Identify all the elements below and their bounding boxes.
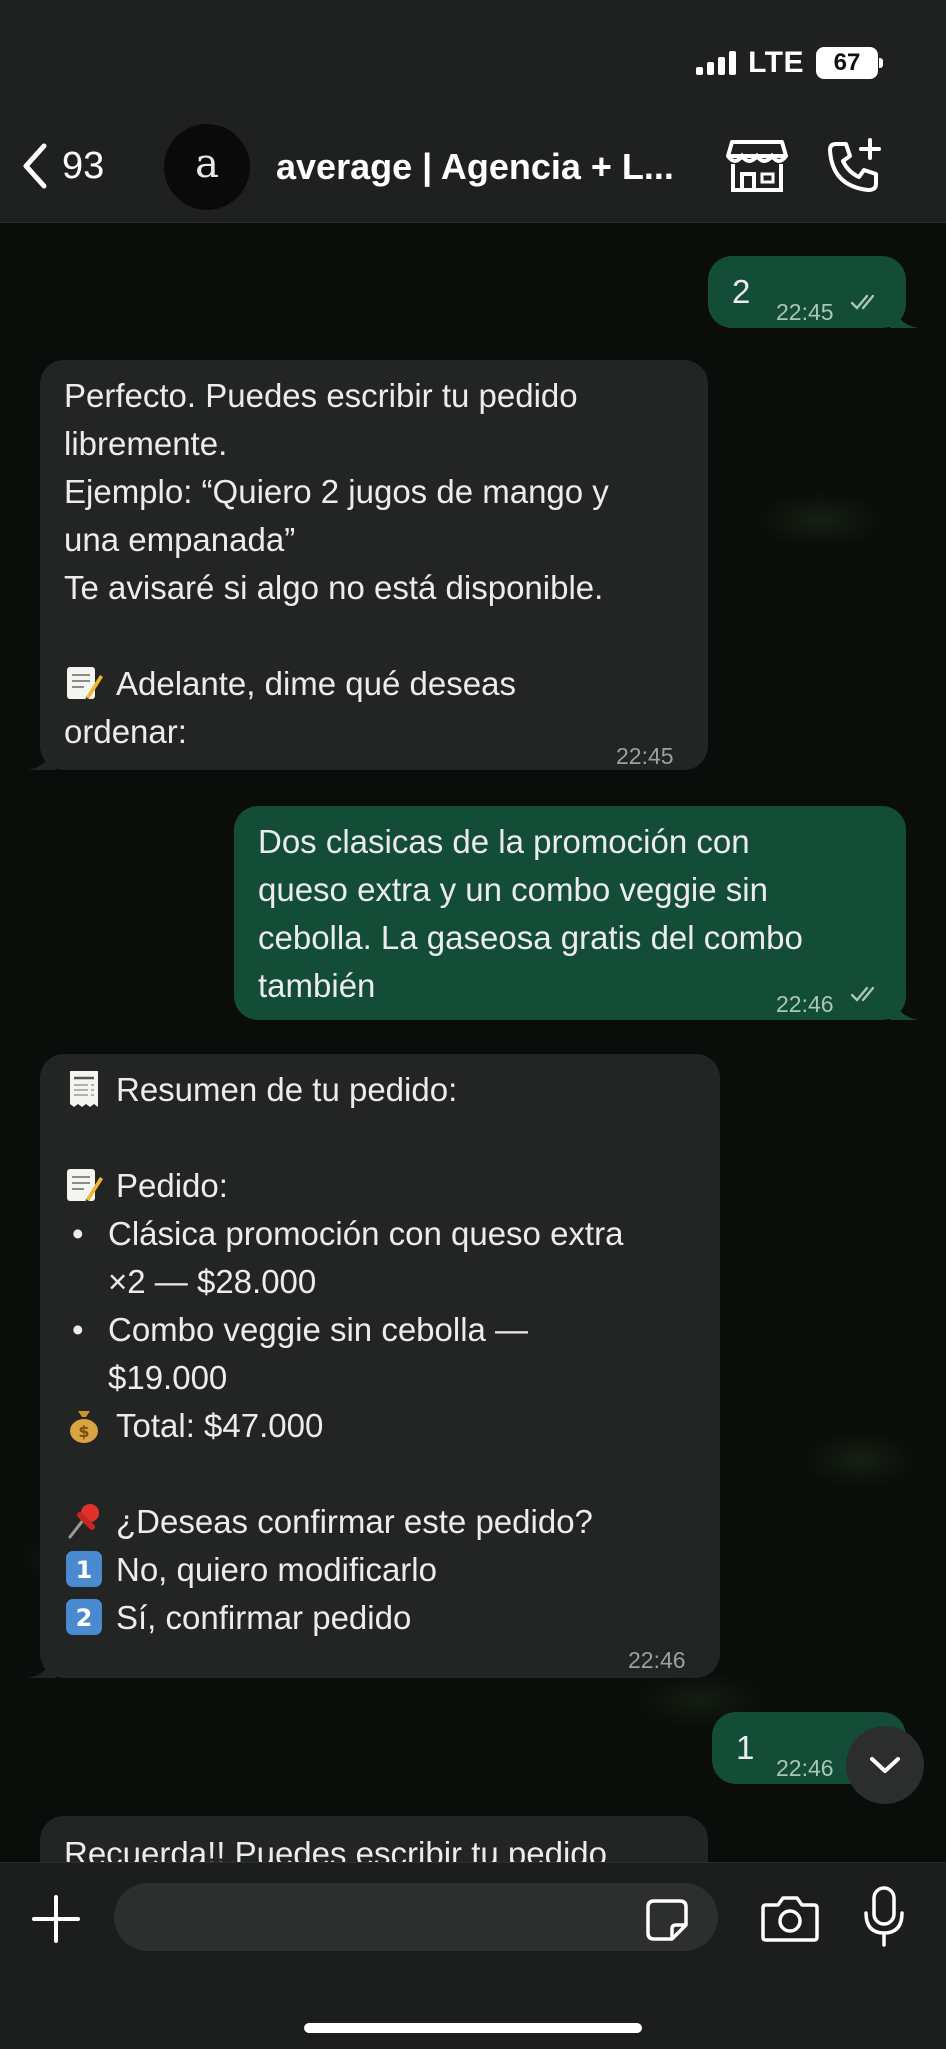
message-input[interactable] (114, 1883, 718, 1951)
scroll-to-bottom-button[interactable] (846, 1726, 924, 1804)
message-time: 22:46 (776, 1755, 834, 1781)
message-text: Te avisaré si algo no está disponible. (64, 569, 604, 606)
order-item-price: ×2 — $28.000 (108, 1263, 317, 1300)
order-item: • Combo veggie sin cebolla — $19.000 (64, 1306, 700, 1402)
message-time: 22:45 (776, 299, 834, 325)
chat-header: 93 a average | Agencia + L... (0, 124, 946, 210)
status-bar: LTE 67 (696, 46, 883, 80)
chevron-left-icon (23, 143, 47, 189)
receipt-icon (70, 1071, 98, 1107)
message-text: Dos clasicas de la promoción con (258, 823, 750, 860)
message-outgoing[interactable]: 2 22:45 (708, 256, 918, 328)
order-item-name: Clásica promoción con queso extra (108, 1215, 624, 1252)
phone-add-icon[interactable] (824, 136, 884, 196)
option-confirm: Sí, confirmar pedido (116, 1599, 412, 1636)
avatar[interactable]: a (164, 124, 250, 210)
message-incoming[interactable]: Perfecto. Puedes escribir tu pedido libr… (28, 360, 708, 770)
message-text: cebolla. La gaseosa gratis del combo (258, 919, 803, 956)
bubble-tail (28, 1650, 56, 1678)
plus-icon[interactable] (30, 1893, 82, 1945)
memo-icon (67, 1169, 103, 1203)
pushpin-icon (68, 1504, 99, 1539)
order-item-name: Combo veggie sin cebolla — (108, 1311, 529, 1348)
order-label: Pedido: (116, 1167, 228, 1204)
bubble-tail (890, 300, 918, 328)
home-indicator (304, 2023, 642, 2033)
chevron-down-icon (870, 1757, 900, 1773)
message-text: libremente. (64, 425, 228, 462)
back-button[interactable]: 93 (18, 140, 104, 192)
money-bag-icon: $ (70, 1411, 98, 1443)
order-summary-message[interactable]: Resumen de tu pedido: Pedido: • Clásica … (28, 1054, 720, 1678)
read-receipt-icon (850, 294, 875, 310)
sticker-icon[interactable] (644, 1897, 690, 1943)
camera-icon[interactable] (760, 1893, 820, 1943)
microphone-icon[interactable] (862, 1885, 906, 1949)
message-time: 22:46 (776, 991, 834, 1017)
confirm-question: ¿Deseas confirmar este pedido? (116, 1503, 593, 1540)
svg-text:2: 2 (76, 1604, 93, 1632)
network-label: LTE (748, 46, 804, 79)
message-time: 22:46 (628, 1647, 686, 1673)
signal-icon (696, 51, 737, 75)
chat-title[interactable]: average | Agencia + L... (276, 146, 674, 188)
memo-icon (67, 667, 103, 701)
svg-text:1: 1 (76, 1556, 93, 1584)
option-modify: No, quiero modificarlo (116, 1551, 437, 1588)
order-item: • Clásica promoción con queso extra ×2 —… (64, 1210, 700, 1306)
svg-text:$: $ (78, 1422, 89, 1441)
message-text: Adelante, dime qué deseas (116, 665, 516, 702)
message-text: queso extra y un combo veggie sin (258, 871, 768, 908)
order-item-price: $19.000 (108, 1359, 228, 1396)
bubble-tail (28, 742, 56, 770)
unread-count: 93 (62, 144, 105, 187)
message-text: una empanada” (64, 521, 296, 558)
message-outgoing[interactable]: Dos clasicas de la promoción con queso e… (234, 806, 918, 1020)
message-composer (0, 1862, 946, 2049)
top-bar: LTE 67 93 a average | Agencia + L... (0, 0, 946, 223)
storefront-icon[interactable] (726, 138, 788, 194)
read-receipt-icon (850, 986, 875, 1002)
bubble-tail (890, 992, 918, 1020)
order-total: Total: $47.000 (116, 1407, 324, 1444)
message-text (64, 612, 688, 660)
message-time: 22:45 (616, 743, 674, 769)
summary-title: Resumen de tu pedido: (116, 1071, 458, 1108)
battery-icon: 67 (816, 47, 883, 79)
keycap-one-icon: 1 (66, 1551, 102, 1587)
keycap-two-icon: 2 (66, 1599, 102, 1635)
message-text: Perfecto. Puedes escribir tu pedido (64, 377, 578, 414)
message-text: Ejemplo: “Quiero 2 jugos de mango y (64, 473, 609, 510)
message-text: ordenar: (64, 713, 187, 750)
